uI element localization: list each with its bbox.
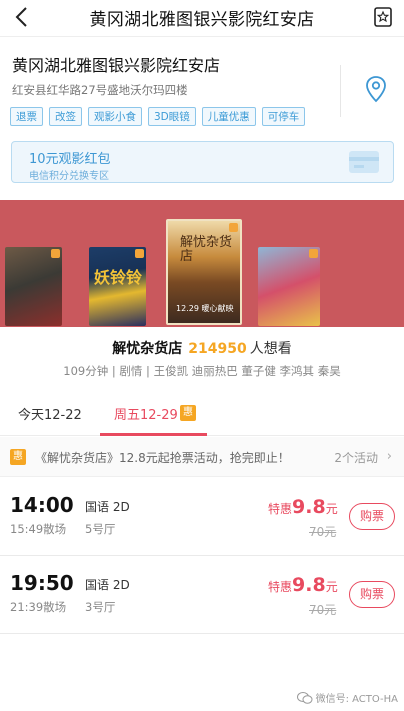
nav-bar: 黄冈湖北雅图银兴影院红安店	[0, 0, 404, 34]
poster-badge	[135, 249, 144, 258]
activity-text: 《解忧杂货店》12.8元起抢票活动，抢完即止！	[35, 451, 290, 465]
special-label: 特惠	[268, 502, 293, 516]
buy-ticket-button[interactable]: 购票	[349, 503, 395, 530]
service-tags: 退票 改签 观影小食 3D眼镜 儿童优惠 可停车	[10, 107, 306, 126]
bookmark-icon[interactable]	[372, 6, 394, 28]
showtime-row: 14:00 15:49散场 国语 2D 5号厅 特惠9.8元 70元 购票	[0, 478, 404, 556]
start-time: 19:50	[10, 571, 74, 595]
card-icon	[349, 151, 379, 173]
tag-child-discount[interactable]: 儿童优惠	[201, 107, 256, 126]
cinema-address: 红安县红华路27号盛地沃尔玛四楼	[12, 83, 188, 97]
poster-badge	[51, 249, 60, 258]
movie-poster[interactable]	[5, 247, 62, 326]
chevron-left-icon[interactable]	[12, 5, 34, 29]
special-label: 特惠	[268, 580, 293, 594]
want-count: 214950	[188, 341, 247, 357]
special-price: 特惠9.8元	[268, 496, 338, 518]
original-price: 70元	[309, 603, 337, 617]
poster-date-art: 12.29 暖心献映	[176, 304, 234, 313]
end-time: 21:39散场	[10, 600, 67, 614]
active-tab-indicator	[100, 433, 207, 436]
end-time: 15:49散场	[10, 522, 67, 536]
language-format: 国语 2D	[85, 500, 130, 514]
movie-poster[interactable]	[258, 247, 320, 326]
promo-subtitle: 电信积分兑换专区	[29, 171, 109, 182]
activity-count: 2个活动	[334, 451, 378, 465]
special-price: 特惠9.8元	[268, 574, 338, 596]
discount-badge: 惠	[180, 405, 196, 421]
watermark: 微信号: ACTO-HA	[296, 690, 398, 705]
showtime-row: 19:50 21:39散场 国语 2D 3号厅 特惠9.8元 70元 购票	[0, 556, 404, 634]
price-unit: 元	[325, 580, 338, 594]
page-title: 黄冈湖北雅图银兴影院红安店	[89, 9, 315, 30]
start-time: 14:00	[10, 493, 74, 517]
movie-info: 解忧杂货店 214950 人想看 109分钟 | 剧情 | 王俊凯 迪丽热巴 董子健…	[0, 327, 404, 387]
poster-title-art: 妖铃铃	[94, 268, 143, 287]
promo-banner[interactable]: 10元观影红包 电信积分兑换专区	[11, 141, 394, 183]
poster-carousel[interactable]: 妖铃铃 解忧杂货店 12.29 暖心献映	[0, 200, 404, 327]
date-tabs: 今天12-22 周五12-29 惠	[0, 394, 404, 436]
price-value: 9.8	[292, 574, 326, 596]
tag-3d-glasses[interactable]: 3D眼镜	[148, 107, 196, 126]
hall-name: 3号厅	[85, 600, 116, 614]
tag-change[interactable]: 改签	[49, 107, 82, 126]
tag-snacks[interactable]: 观影小食	[88, 107, 142, 126]
discount-badge: 惠	[10, 449, 26, 465]
tag-refund[interactable]: 退票	[10, 107, 43, 126]
movie-poster[interactable]: 妖铃铃	[89, 247, 146, 326]
poster-badge	[309, 249, 318, 258]
tag-parking[interactable]: 可停车	[261, 107, 306, 126]
language-format: 国语 2D	[85, 578, 130, 592]
price-unit: 元	[325, 502, 338, 516]
divider	[340, 65, 341, 117]
cinema-name: 黄冈湖北雅图银兴影院红安店	[12, 56, 221, 75]
movie-meta: 109分钟 | 剧情 | 王俊凯 迪丽热巴 董子健 李鸿其 秦昊	[63, 364, 341, 378]
watermark-text: 微信号: ACTO-HA	[315, 694, 398, 705]
hall-name: 5号厅	[85, 522, 116, 536]
activity-bar[interactable]: 惠 《解忧杂货店》12.8元起抢票活动，抢完即止！ 2个活动 ›	[0, 437, 404, 477]
tab-today[interactable]: 今天12-22	[18, 404, 82, 423]
want-label: 人想看	[249, 341, 292, 357]
movie-title-row: 解忧杂货店 214950 人想看	[0, 338, 404, 358]
poster-badge	[229, 223, 238, 232]
tab-friday[interactable]: 周五12-29	[114, 404, 178, 423]
movie-name: 解忧杂货店	[112, 341, 183, 357]
selected-movie-poster[interactable]: 解忧杂货店 12.29 暖心献映	[166, 219, 242, 325]
cinema-info: 黄冈湖北雅图银兴影院红安店 红安县红华路27号盛地沃尔玛四楼 退票 改签 观影小…	[0, 36, 404, 132]
buy-ticket-button[interactable]: 购票	[349, 581, 395, 608]
map-pin-icon[interactable]	[364, 75, 388, 103]
price-value: 9.8	[292, 496, 326, 518]
wechat-icon	[296, 691, 313, 704]
chevron-right-icon: ›	[386, 449, 392, 464]
poster-title-art: 解忧杂货店	[180, 235, 233, 264]
promo-title: 10元观影红包	[29, 152, 111, 167]
original-price: 70元	[309, 525, 337, 539]
